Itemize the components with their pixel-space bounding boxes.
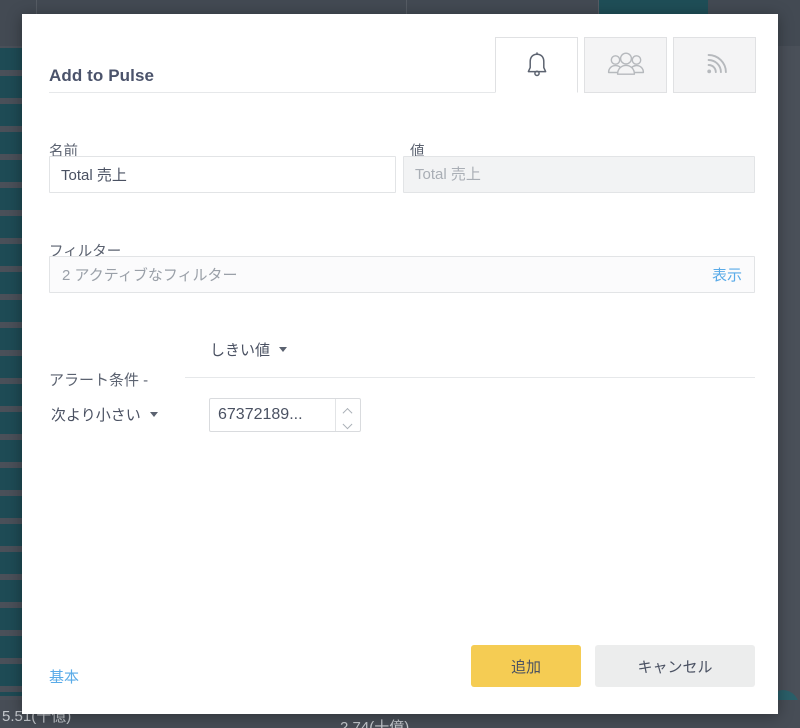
chevron-down-icon <box>149 412 158 417</box>
dialog-tab-bar <box>495 37 756 93</box>
tab-broadcast[interactable] <box>673 37 756 93</box>
tab-alert[interactable] <box>495 37 578 93</box>
value-input[interactable] <box>403 156 755 193</box>
chevron-down-icon[interactable] <box>344 418 353 423</box>
threshold-stepper[interactable] <box>209 398 361 432</box>
cancel-button[interactable]: キャンセル <box>595 645 755 687</box>
add-to-pulse-dialog: Add to Pulse 名前 Total 売上 値 Total 売上 フィルタ… <box>22 14 778 714</box>
comparator-value: 次より小さい <box>51 407 141 424</box>
submit-button[interactable]: 追加 <box>471 645 581 687</box>
alert-condition-legend: アラート条件 - <box>49 369 153 390</box>
threshold-input[interactable] <box>210 399 335 431</box>
alert-type-dropdown[interactable]: しきい値 <box>208 339 290 360</box>
filter-summary-text: 2 アクティブなフィルター <box>62 267 238 284</box>
backdrop-axis-label-center: 2.74(十億) <box>340 719 410 728</box>
alert-condition-rule <box>185 377 755 378</box>
filter-summary-box[interactable]: 2 アクティブなフィルター 表示 <box>49 256 755 293</box>
threshold-spinner[interactable] <box>335 399 360 431</box>
header-divider <box>49 92 517 93</box>
people-icon <box>607 52 645 78</box>
bell-icon <box>523 50 551 80</box>
name-input[interactable] <box>49 156 396 193</box>
chevron-down-icon <box>279 347 288 352</box>
filter-show-link[interactable]: 表示 <box>712 264 742 285</box>
tab-subscribers[interactable] <box>584 37 667 93</box>
comparator-dropdown[interactable]: 次より小さい <box>49 404 160 425</box>
dialog-title: Add to Pulse <box>49 66 155 85</box>
alert-type-value: しきい値 <box>210 342 271 359</box>
broadcast-icon <box>701 51 729 79</box>
dialog-header: Add to Pulse <box>22 14 778 93</box>
chevron-up-icon[interactable] <box>344 408 353 413</box>
advanced-mode-link[interactable]: 基本 <box>49 666 79 687</box>
